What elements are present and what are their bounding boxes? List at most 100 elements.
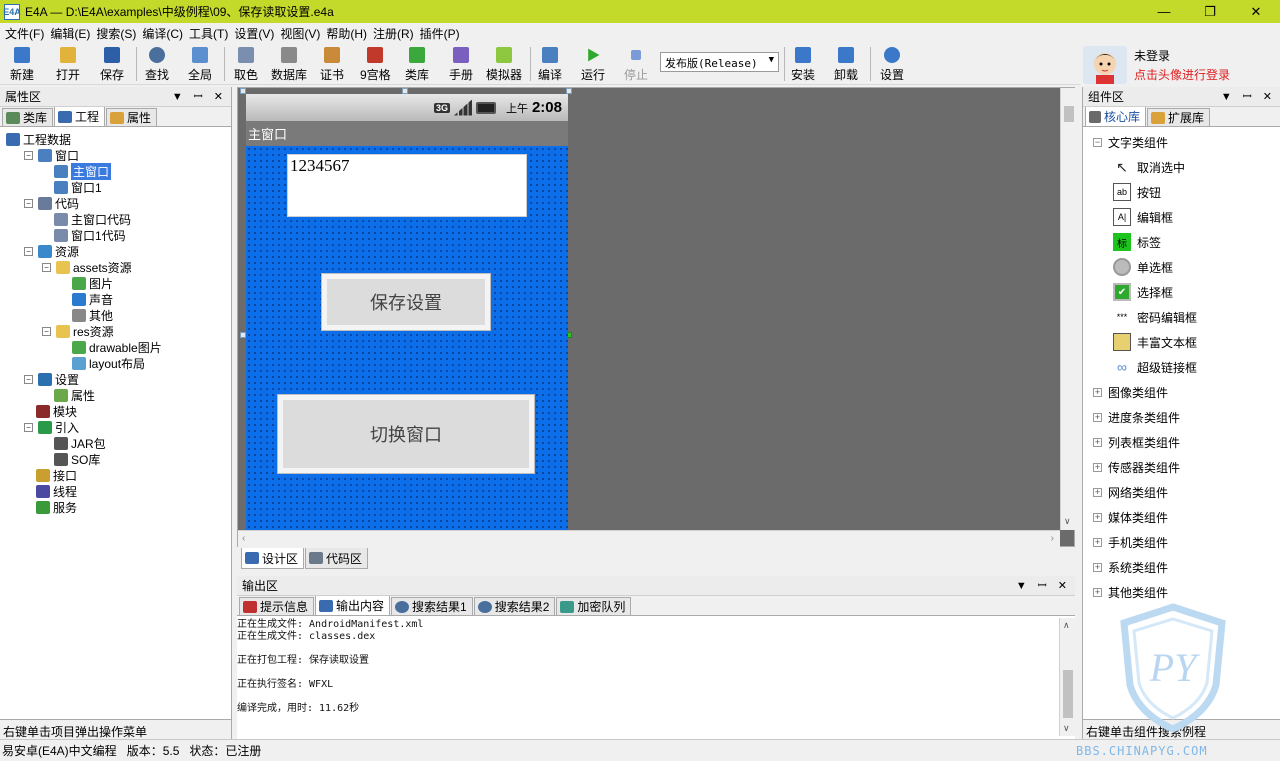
install-button[interactable]: 安装	[791, 45, 815, 83]
tree-item[interactable]: 主窗口	[54, 162, 112, 180]
collapse-icon[interactable]: −	[42, 262, 51, 272]
component-group[interactable]: + 网络类组件	[1093, 482, 1168, 502]
login-link[interactable]: 点击头像进行登录	[1134, 66, 1230, 83]
panel-controls-icon[interactable]: ▼ ꟷ ✕	[1016, 578, 1071, 593]
tree-item[interactable]: 接口	[36, 467, 77, 483]
tree-item[interactable]: 声音	[72, 291, 113, 307]
menu-register[interactable]: 注册(R)	[370, 25, 417, 42]
component-group[interactable]: + 其他类组件	[1093, 582, 1168, 602]
component-item[interactable]: 标标签	[1113, 232, 1161, 252]
tree-item[interactable]: 窗口1	[54, 179, 102, 195]
global-button[interactable]: 全局	[188, 45, 212, 83]
component-group[interactable]: + 系统类组件	[1093, 557, 1168, 577]
expand-icon[interactable]: +	[1093, 487, 1102, 497]
tree-item[interactable]: layout布局	[72, 355, 145, 371]
tree-item[interactable]: − 窗口	[24, 147, 79, 163]
output-scrollbar[interactable]: ∧ ∨	[1059, 618, 1075, 736]
tab-project[interactable]: 工程	[54, 106, 106, 126]
save-settings-button[interactable]: 保存设置	[321, 273, 491, 331]
tab-design[interactable]: 设计区	[241, 548, 305, 569]
design-vertical-scrollbar[interactable]: ∨	[1060, 88, 1076, 530]
component-item[interactable]: ↖ 取消选中	[1113, 157, 1185, 177]
tree-item[interactable]: JAR包	[54, 435, 106, 451]
run-button[interactable]: 运行	[581, 45, 605, 83]
tab-library[interactable]: 类库	[2, 108, 54, 126]
menu-file[interactable]: 文件(F)	[2, 25, 47, 42]
tree-item[interactable]: 线程	[36, 483, 77, 499]
tree-item[interactable]: 服务	[36, 499, 77, 515]
scroll-left-icon[interactable]: ‹	[242, 533, 245, 544]
component-item[interactable]: ✔ 选择框	[1113, 282, 1173, 302]
scroll-up-icon[interactable]: ∧	[1063, 620, 1070, 631]
edit-box[interactable]: 1234567	[287, 154, 527, 217]
expand-icon[interactable]: +	[1093, 462, 1102, 472]
menu-view[interactable]: 视图(V)	[277, 25, 323, 42]
tree-item[interactable]: 图片	[72, 275, 113, 291]
collapse-icon[interactable]: −	[24, 150, 33, 160]
expand-icon[interactable]: +	[1093, 537, 1102, 547]
tab-search-result-2[interactable]: 搜索结果2	[473, 597, 556, 615]
component-group[interactable]: + 列表框类组件	[1093, 432, 1180, 452]
tree-item[interactable]: 其他	[72, 307, 113, 323]
scroll-thumb[interactable]	[1063, 670, 1073, 718]
stop-button[interactable]: 停止	[624, 45, 648, 83]
scroll-right-icon[interactable]: ›	[1051, 533, 1054, 544]
component-item[interactable]: ∞ 超级链接框	[1113, 357, 1197, 377]
close-button[interactable]: ✕	[1233, 0, 1279, 23]
certificate-button[interactable]: 证书	[320, 45, 344, 83]
collapse-icon[interactable]: −	[24, 246, 33, 256]
find-button[interactable]: 查找	[145, 45, 169, 83]
expand-icon[interactable]: +	[1093, 562, 1102, 572]
scroll-down-icon[interactable]: ∨	[1063, 723, 1070, 734]
minimize-button[interactable]: —	[1141, 0, 1187, 23]
switch-window-button[interactable]: 切换窗口	[277, 394, 535, 474]
emulator-button[interactable]: 模拟器	[486, 45, 522, 83]
tree-item[interactable]: 工程数据	[6, 131, 71, 147]
scroll-thumb[interactable]	[1064, 106, 1074, 122]
library-button[interactable]: 类库	[405, 45, 429, 83]
component-item[interactable]: *** 密码编辑框	[1113, 307, 1197, 327]
uninstall-button[interactable]: 卸载	[834, 45, 858, 83]
tab-search-result-1[interactable]: 搜索结果1	[391, 597, 473, 615]
tree-item[interactable]: 模块	[36, 403, 77, 419]
build-mode-select[interactable]: 发布版(Release) ▼	[660, 52, 779, 72]
expand-icon[interactable]: +	[1093, 587, 1102, 597]
avatar[interactable]	[1083, 46, 1127, 84]
component-group[interactable]: − 文字类组件	[1093, 132, 1168, 152]
color-pick-button[interactable]: 取色	[234, 45, 258, 83]
component-item[interactable]: 丰富文本框	[1113, 332, 1197, 352]
tab-hints[interactable]: 提示信息	[239, 597, 315, 615]
collapse-icon[interactable]: −	[42, 326, 51, 336]
tree-item[interactable]: − 代码	[24, 195, 79, 211]
expand-icon[interactable]: +	[1093, 512, 1102, 522]
tab-properties[interactable]: 属性	[106, 108, 158, 126]
tab-encrypt-queue[interactable]: 加密队列	[556, 597, 632, 615]
menu-search[interactable]: 搜索(S)	[93, 25, 139, 42]
manual-button[interactable]: 手册	[449, 45, 473, 83]
menu-settings[interactable]: 设置(V)	[231, 25, 277, 42]
component-group[interactable]: + 图像类组件	[1093, 382, 1168, 402]
tree-item[interactable]: 主窗口代码	[54, 211, 131, 227]
component-group[interactable]: + 传感器类组件	[1093, 457, 1180, 477]
phone-canvas[interactable]: 1234567 保存设置 切换窗口	[246, 146, 568, 531]
tab-output[interactable]: 输出内容	[315, 595, 391, 615]
database-button[interactable]: 数据库	[271, 45, 307, 83]
open-button[interactable]: 打开	[56, 45, 80, 83]
tree-item[interactable]: − assets资源	[42, 259, 132, 275]
compile-button[interactable]: 编译	[538, 45, 562, 83]
menu-tools[interactable]: 工具(T)	[186, 25, 231, 42]
new-button[interactable]: 新建	[10, 45, 34, 83]
menu-help[interactable]: 帮助(H)	[323, 25, 370, 42]
save-button[interactable]: 保存	[100, 45, 124, 83]
menu-edit[interactable]: 编辑(E)	[47, 25, 93, 42]
tree-item[interactable]: SO库	[54, 451, 100, 467]
component-item[interactable]: 单选框	[1113, 257, 1173, 277]
tree-item[interactable]: − res资源	[42, 323, 114, 339]
nine-grid-button[interactable]: 9宫格	[360, 45, 391, 83]
menu-plugins[interactable]: 插件(P)	[417, 25, 463, 42]
expand-icon[interactable]: +	[1093, 437, 1102, 447]
expand-icon[interactable]: +	[1093, 387, 1102, 397]
tree-item[interactable]: − 引入	[24, 419, 79, 435]
expand-icon[interactable]: +	[1093, 412, 1102, 422]
maximize-button[interactable]: ❐	[1187, 0, 1233, 23]
